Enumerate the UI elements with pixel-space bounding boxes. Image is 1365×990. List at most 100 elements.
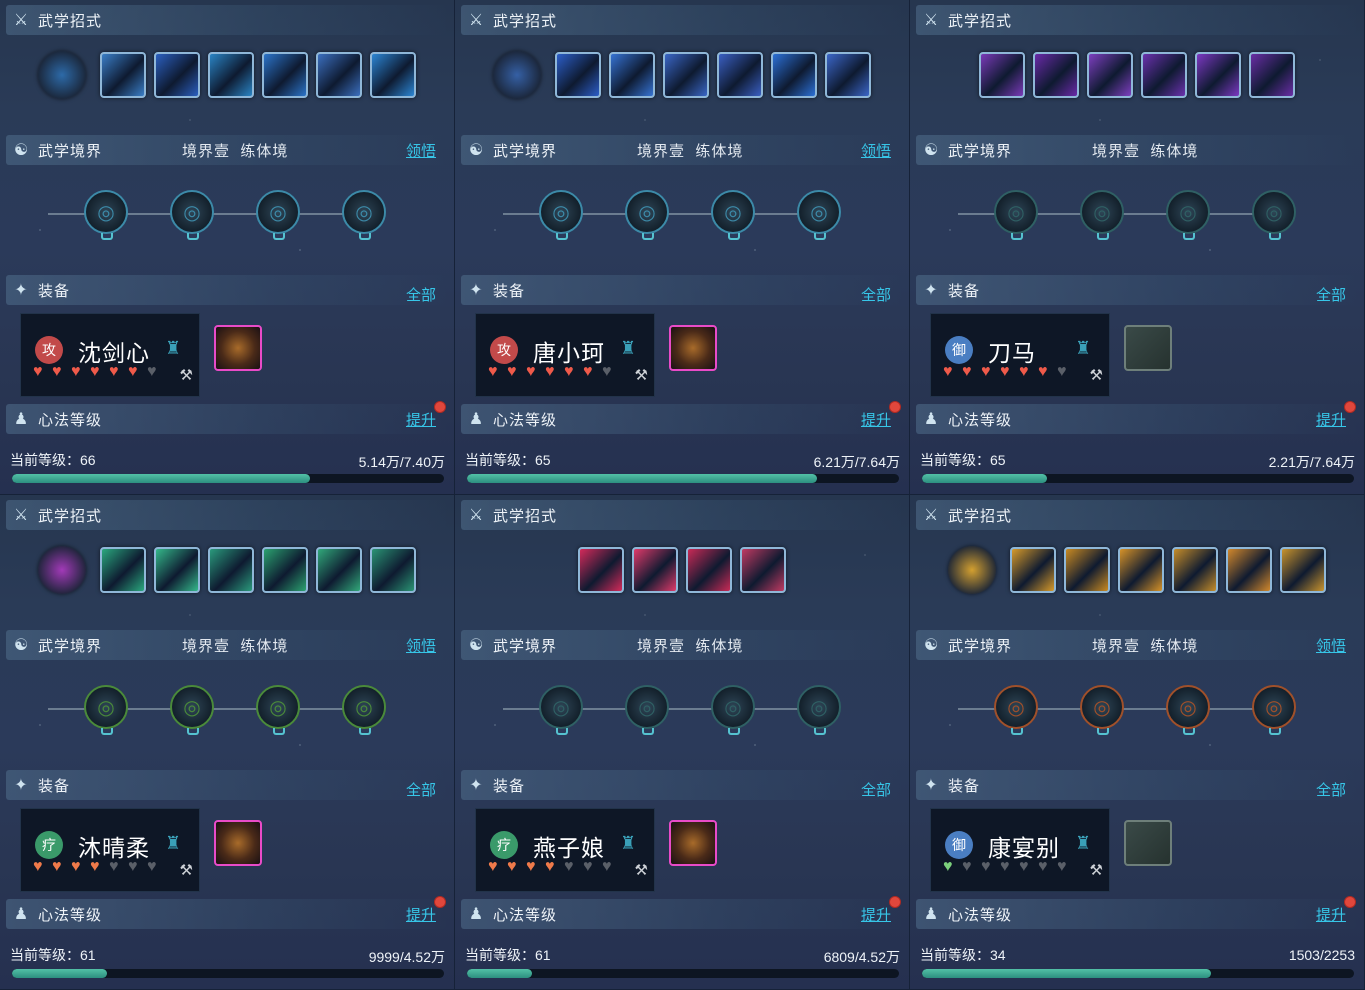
realm-status: 境界壹 练体境 — [1092, 635, 1198, 656]
skill-icon[interactable] — [609, 52, 655, 98]
empty-gear-slot[interactable] — [1124, 820, 1172, 866]
empty-gear-slot[interactable] — [1124, 325, 1172, 371]
gear-item-icon[interactable] — [669, 820, 717, 866]
comprehend-link[interactable]: 领悟 — [406, 635, 436, 656]
realm-node[interactable]: ◎ — [994, 685, 1038, 735]
skill-icon[interactable] — [154, 52, 200, 98]
equip-all-link[interactable]: 全部 — [406, 779, 436, 800]
equip-all-link[interactable]: 全部 — [406, 284, 436, 305]
exp-bar-fill — [467, 474, 817, 483]
skill-icon[interactable] — [686, 547, 732, 593]
heart-icon: ♥ — [981, 858, 991, 875]
character-card[interactable]: 疗燕子娘 ♜ ♥ ♥ ♥ ♥ ♥ ♥ ♥ ⚒ — [475, 808, 655, 892]
comprehend-link[interactable]: 领悟 — [406, 140, 436, 161]
skill-icon[interactable] — [208, 547, 254, 593]
skill-icon[interactable] — [100, 52, 146, 98]
realm-node[interactable]: ◎ — [1166, 190, 1210, 240]
upgrade-link[interactable]: 提升 — [406, 895, 446, 925]
skill-icon[interactable] — [1249, 52, 1295, 98]
skill-icon[interactable] — [1033, 52, 1079, 98]
skill-icon[interactable] — [262, 52, 308, 98]
skill-icon[interactable] — [717, 52, 763, 98]
main-skill-icon[interactable] — [948, 546, 996, 594]
realm-node[interactable]: ◎ — [342, 685, 386, 735]
skill-icon[interactable] — [1010, 547, 1056, 593]
skill-icon[interactable] — [154, 547, 200, 593]
realm-node[interactable]: ◎ — [256, 190, 300, 240]
gear-item-icon[interactable] — [669, 325, 717, 371]
skill-icon[interactable] — [370, 547, 416, 593]
realm-node[interactable]: ◎ — [1166, 685, 1210, 735]
skill-icon[interactable] — [578, 547, 624, 593]
realm-node[interactable]: ◎ — [170, 685, 214, 735]
node-pedestal — [642, 233, 654, 240]
skill-icon[interactable] — [262, 547, 308, 593]
upgrade-link[interactable]: 提升 — [861, 895, 901, 925]
realm-node[interactable]: ◎ — [84, 685, 128, 735]
equip-all-link[interactable]: 全部 — [861, 284, 891, 305]
comprehend-link[interactable]: 领悟 — [1316, 635, 1346, 656]
node-pedestal — [728, 233, 740, 240]
upgrade-link[interactable]: 提升 — [406, 400, 446, 430]
character-card[interactable]: 攻唐小珂 ♜ ♥ ♥ ♥ ♥ ♥ ♥ ♥ ⚒ — [475, 313, 655, 397]
skill-icon[interactable] — [663, 52, 709, 98]
realm-node[interactable]: ◎ — [1252, 685, 1296, 735]
realm-node[interactable]: ◎ — [1080, 685, 1124, 735]
realm-node[interactable]: ◎ — [797, 685, 841, 735]
skill-icon[interactable] — [100, 547, 146, 593]
main-skill-icon[interactable] — [493, 51, 541, 99]
gear-item-icon[interactable] — [214, 325, 262, 371]
skill-icon[interactable] — [1280, 547, 1326, 593]
skill-icon[interactable] — [825, 52, 871, 98]
character-card[interactable]: 疗沐晴柔 ♜ ♥ ♥ ♥ ♥ ♥ ♥ ♥ ⚒ — [20, 808, 200, 892]
realm-header: ☯ 武学境界 境界壹 练体境 — [916, 135, 1356, 165]
skill-icon[interactable] — [1172, 547, 1218, 593]
realm-node[interactable]: ◎ — [994, 190, 1038, 240]
realm-node[interactable]: ◎ — [170, 190, 214, 240]
skill-icon[interactable] — [316, 52, 362, 98]
realm-node[interactable]: ◎ — [84, 190, 128, 240]
skill-icon[interactable] — [771, 52, 817, 98]
equip-all-link[interactable]: 全部 — [1316, 779, 1346, 800]
skill-icon[interactable] — [370, 52, 416, 98]
skill-icon[interactable] — [1064, 547, 1110, 593]
skill-icon[interactable] — [1195, 52, 1241, 98]
skill-icon[interactable] — [979, 52, 1025, 98]
realm-node[interactable]: ◎ — [711, 685, 755, 735]
realm-node[interactable]: ◎ — [1080, 190, 1124, 240]
upgrade-link[interactable]: 提升 — [1316, 895, 1356, 925]
realm-node[interactable]: ◎ — [1252, 190, 1296, 240]
skill-icon[interactable] — [740, 547, 786, 593]
skill-icon[interactable] — [316, 547, 362, 593]
realm-node[interactable]: ◎ — [711, 190, 755, 240]
realm-node[interactable]: ◎ — [256, 685, 300, 735]
alert-dot — [889, 400, 901, 413]
realm-node[interactable]: ◎ — [342, 190, 386, 240]
upgrade-link[interactable]: 提升 — [1316, 400, 1356, 430]
skill-icon[interactable] — [1087, 52, 1133, 98]
main-skill-icon[interactable] — [38, 51, 86, 99]
realm-node[interactable]: ◎ — [625, 685, 669, 735]
skill-icon[interactable] — [208, 52, 254, 98]
realm-node[interactable]: ◎ — [539, 685, 583, 735]
skill-icon[interactable] — [1118, 547, 1164, 593]
realm-stage: 练体境 — [240, 142, 289, 160]
skill-icon[interactable] — [1141, 52, 1187, 98]
character-card[interactable]: 攻沈剑心 ♜ ♥ ♥ ♥ ♥ ♥ ♥ ♥ ⚒ — [20, 313, 200, 397]
upgrade-link[interactable]: 提升 — [861, 400, 901, 430]
character-card[interactable]: 御刀马 ♜ ♥ ♥ ♥ ♥ ♥ ♥ ♥ ⚒ — [930, 313, 1110, 397]
skill-icon[interactable] — [1226, 547, 1272, 593]
character-card[interactable]: 御康宴别 ♜ ♥ ♥ ♥ ♥ ♥ ♥ ♥ ⚒ — [930, 808, 1110, 892]
realm-node[interactable]: ◎ — [625, 190, 669, 240]
comprehend-link[interactable]: 领悟 — [861, 140, 891, 161]
level-value: 34 — [990, 947, 1006, 963]
equip-all-link[interactable]: 全部 — [861, 779, 891, 800]
skill-icon[interactable] — [632, 547, 678, 593]
equip-all-link[interactable]: 全部 — [1316, 284, 1346, 305]
gear-item-icon[interactable] — [214, 820, 262, 866]
main-skill-icon[interactable] — [38, 546, 86, 594]
realm-node[interactable]: ◎ — [797, 190, 841, 240]
realm-stage: 练体境 — [695, 142, 744, 160]
realm-node[interactable]: ◎ — [539, 190, 583, 240]
skill-icon[interactable] — [555, 52, 601, 98]
